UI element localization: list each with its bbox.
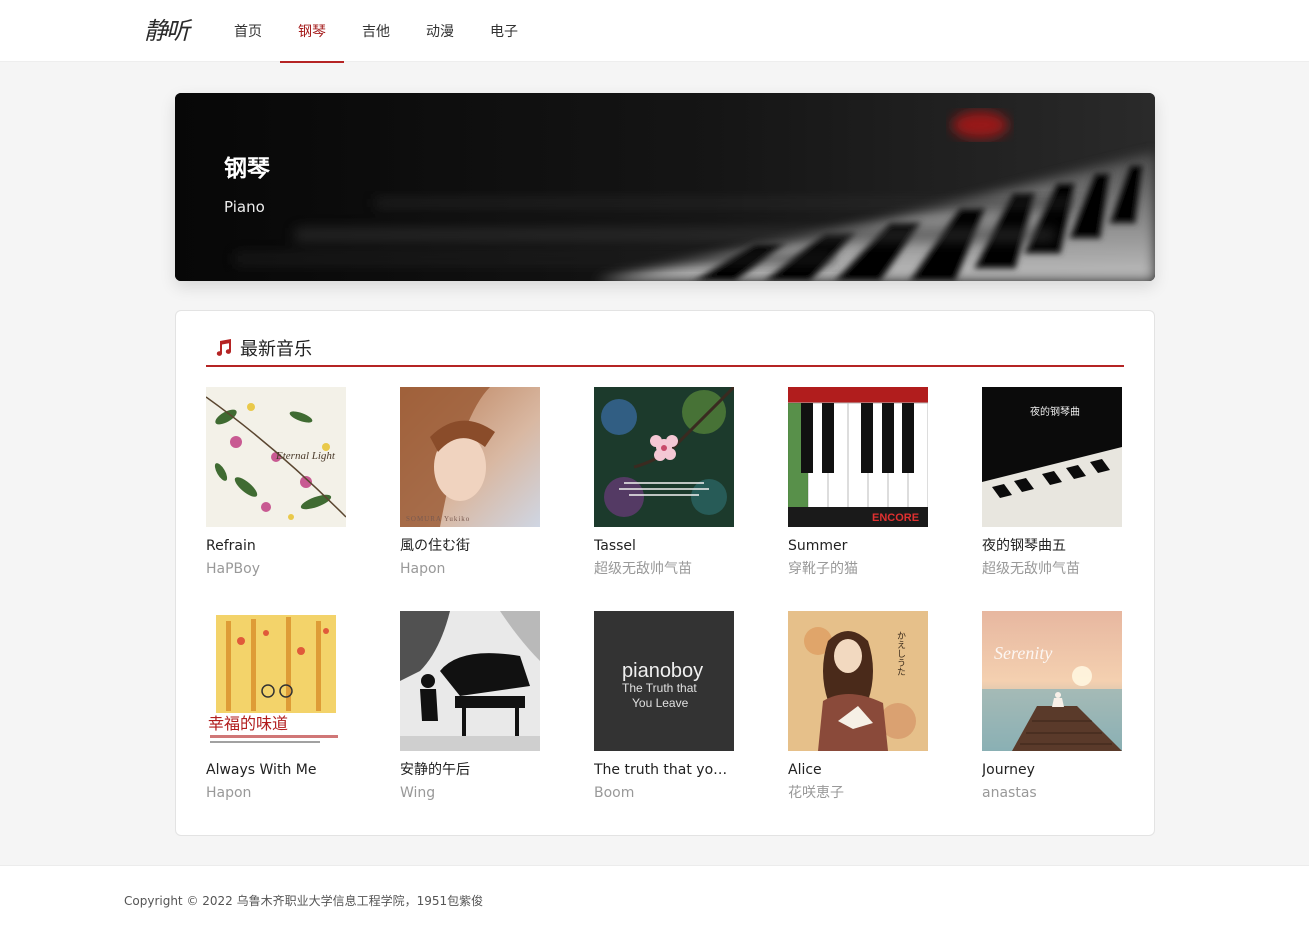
svg-text:The Truth that: The Truth that xyxy=(622,681,697,695)
song-artist[interactable]: anastas xyxy=(982,783,1176,803)
song-title[interactable]: Refrain xyxy=(206,536,346,556)
song-artist[interactable]: 超级无敌帅气苗 xyxy=(982,559,1176,579)
section-header: 最新音乐 xyxy=(206,331,1124,367)
album-cover-image[interactable]: Serenity xyxy=(982,611,1122,751)
song-artist[interactable]: 穿靴子的猫 xyxy=(788,559,982,579)
nav-item-electronic[interactable]: 电子 xyxy=(472,0,536,62)
music-note-icon xyxy=(216,339,232,356)
song-title[interactable]: 風の住む街 xyxy=(400,536,540,556)
album-cover-image[interactable]: かえしうた xyxy=(788,611,928,751)
song-card[interactable]: pianoboy The Truth that You Leave The tr… xyxy=(594,611,788,827)
cover-text: 夜的钢琴曲 xyxy=(1030,405,1080,418)
song-artist[interactable]: 超级无敌帅气苗 xyxy=(594,559,788,579)
nav-item-piano[interactable]: 钢琴 xyxy=(280,0,344,63)
song-card[interactable]: 幸福的味道 Always With Me Hapon xyxy=(206,611,400,827)
album-cover-image[interactable]: 幸福的味道 xyxy=(206,611,346,751)
song-title[interactable]: The truth that you ... xyxy=(594,760,734,780)
site-logo[interactable]: 静听 xyxy=(144,14,190,48)
latest-music-card: 最新音乐 Eternal Light Refrain HaPBoy SOMURA… xyxy=(175,310,1155,836)
top-navbar: 静听 首页 钢琴 吉他 动漫 电子 xyxy=(0,0,1309,63)
copyright-text: Copyright © 2022 乌鲁木齐职业大学信息工程学院，1951包紫俊 xyxy=(124,894,484,908)
cover-text: pianoboy xyxy=(622,660,703,682)
nav-item-anime[interactable]: 动漫 xyxy=(408,0,472,62)
album-cover-image[interactable]: ENCORE xyxy=(788,387,928,527)
song-card[interactable]: ENCORE Summer 穿靴子的猫 xyxy=(788,387,982,603)
banner-subtitle: Piano xyxy=(224,198,265,216)
song-artist[interactable]: Hapon xyxy=(400,559,594,579)
song-card[interactable]: 安静的午后 Wing xyxy=(400,611,594,827)
song-card[interactable]: SOMURA Yukiko 風の住む街 Hapon xyxy=(400,387,594,603)
song-title[interactable]: Journey xyxy=(982,760,1122,780)
cover-text: かえしうた xyxy=(896,631,906,676)
album-cover-image[interactable]: pianoboy The Truth that You Leave xyxy=(594,611,734,751)
banner-title: 钢琴 xyxy=(224,156,270,182)
song-title[interactable]: 夜的钢琴曲五 xyxy=(982,536,1122,556)
song-artist[interactable]: HaPBoy xyxy=(206,559,400,579)
song-card[interactable]: Tassel 超级无敌帅气苗 xyxy=(594,387,788,603)
song-title[interactable]: 安静的午后 xyxy=(400,760,540,780)
nav-item-guitar[interactable]: 吉他 xyxy=(344,0,408,62)
cover-text: ENCORE xyxy=(872,512,919,524)
song-grid: Eternal Light Refrain HaPBoy SOMURA Yuki… xyxy=(206,387,1146,827)
song-artist[interactable]: Boom xyxy=(594,783,788,803)
song-title[interactable]: Always With Me xyxy=(206,760,346,780)
album-cover-image[interactable] xyxy=(594,387,734,527)
cover-text: 幸福的味道 xyxy=(208,715,288,733)
song-title[interactable]: Tassel xyxy=(594,536,734,556)
song-artist[interactable]: Hapon xyxy=(206,783,400,803)
song-title[interactable]: Summer xyxy=(788,536,928,556)
album-cover-image[interactable] xyxy=(400,611,540,751)
nav-item-home[interactable]: 首页 xyxy=(216,0,280,62)
cover-text: Eternal Light xyxy=(275,450,336,462)
category-banner: 钢琴 Piano xyxy=(175,93,1155,281)
song-card[interactable]: Serenity Journey anastas xyxy=(982,611,1176,827)
cover-text: Serenity xyxy=(994,643,1052,663)
song-artist[interactable]: Wing xyxy=(400,783,594,803)
section-title: 最新音乐 xyxy=(240,339,312,360)
song-title[interactable]: Alice xyxy=(788,760,928,780)
page-footer: Copyright © 2022 乌鲁木齐职业大学信息工程学院，1951包紫俊 xyxy=(0,865,1309,926)
cover-text: SOMURA Yukiko xyxy=(406,515,470,523)
album-cover-image[interactable]: SOMURA Yukiko xyxy=(400,387,540,527)
album-cover-image[interactable]: 夜的钢琴曲 xyxy=(982,387,1122,527)
song-card[interactable]: かえしうた Alice 花咲恵子 xyxy=(788,611,982,827)
song-card[interactable]: 夜的钢琴曲 夜的钢琴曲五 超级无敌帅气苗 xyxy=(982,387,1176,603)
song-artist[interactable]: 花咲恵子 xyxy=(788,783,982,803)
song-card[interactable]: Eternal Light Refrain HaPBoy xyxy=(206,387,400,603)
svg-text:You Leave: You Leave xyxy=(632,696,689,710)
piano-keys-banner-image xyxy=(175,93,1155,281)
main-nav: 首页 钢琴 吉他 动漫 电子 xyxy=(216,0,536,63)
album-cover-image[interactable]: Eternal Light xyxy=(206,387,346,527)
